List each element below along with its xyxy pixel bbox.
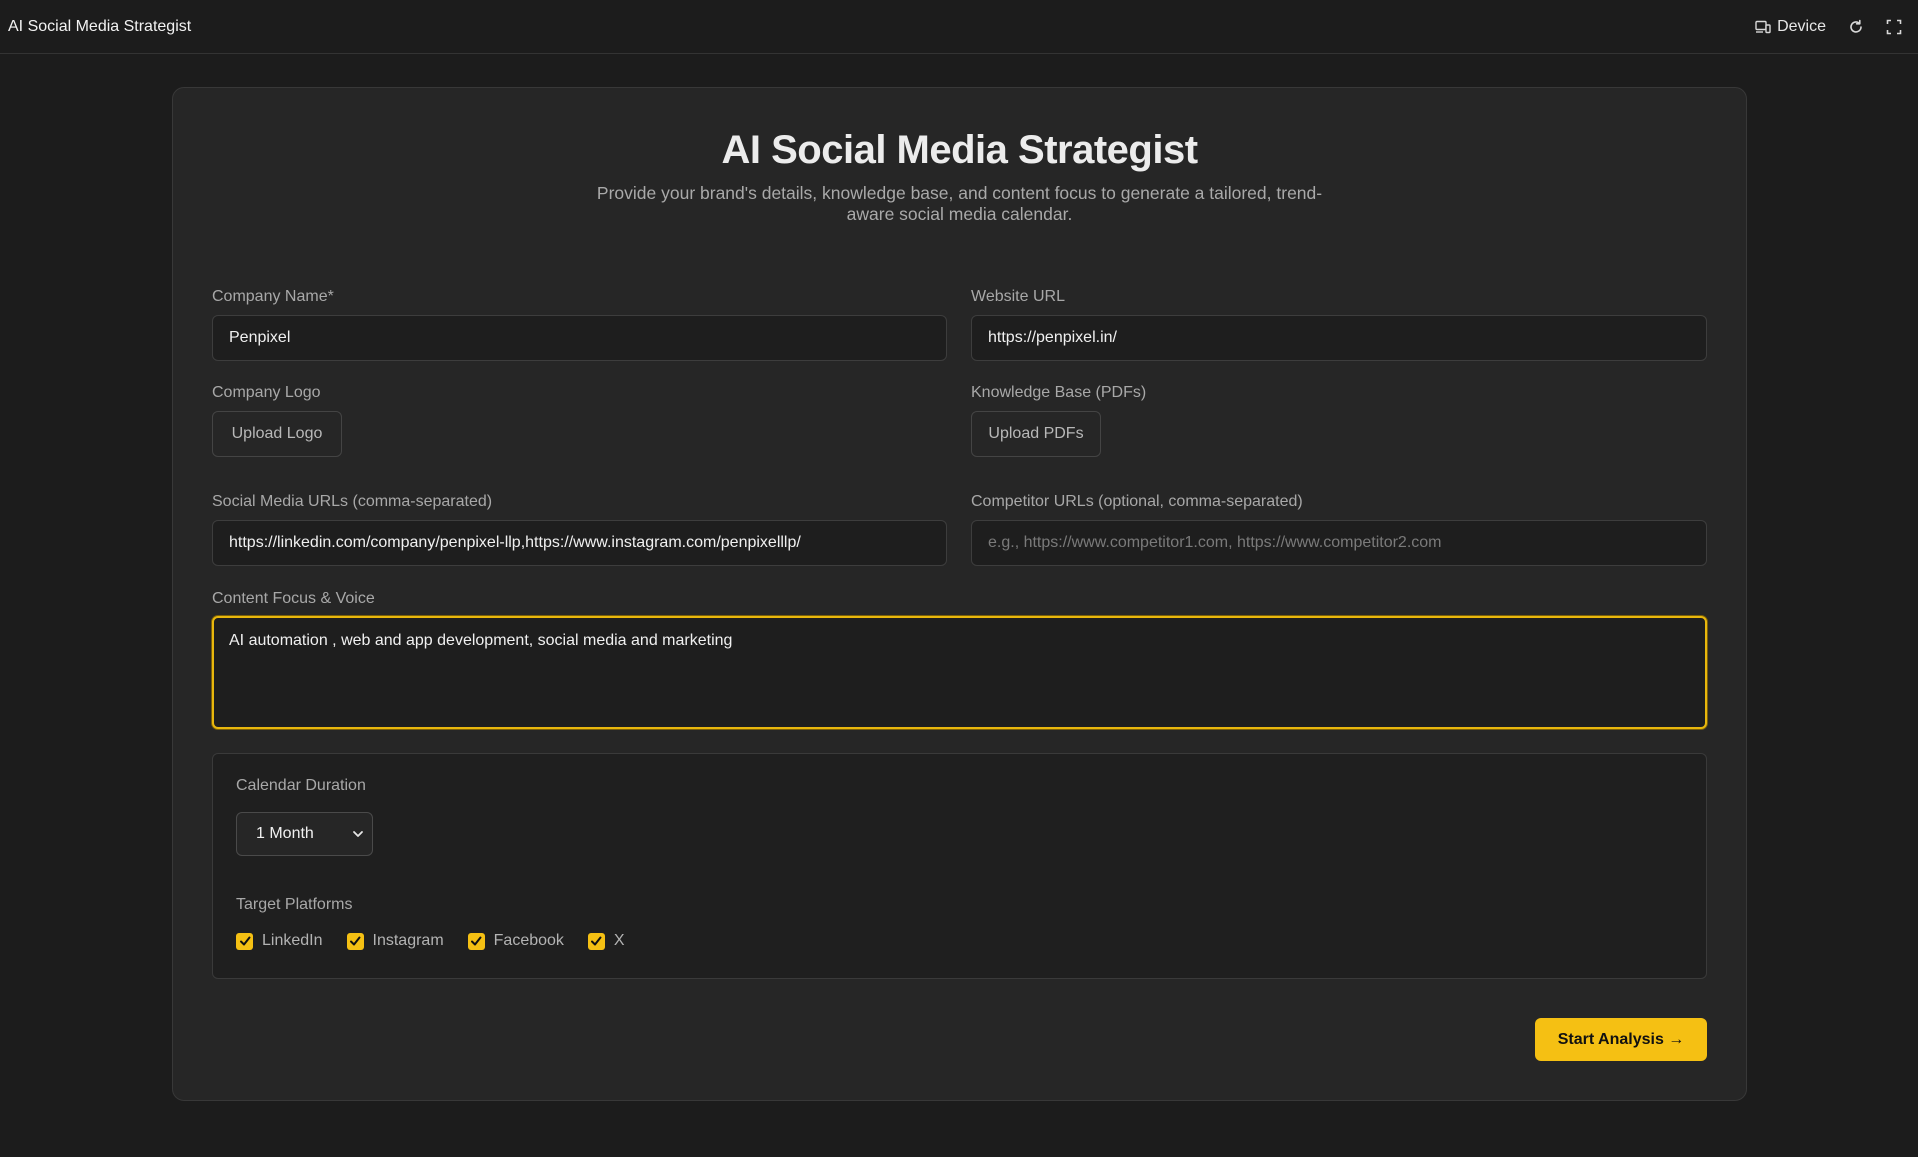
upload-pdfs-button[interactable]: Upload PDFs xyxy=(971,411,1101,457)
app-title: AI Social Media Strategist xyxy=(8,17,192,35)
start-analysis-button[interactable]: Start Analysis → xyxy=(1535,1018,1707,1061)
fullscreen-button[interactable] xyxy=(1886,19,1902,35)
page-title: AI Social Media Strategist xyxy=(721,128,1198,172)
device-button[interactable]: Device xyxy=(1755,18,1826,36)
company-logo-label: Company Logo xyxy=(212,384,321,401)
platform-checkboxes: LinkedIn Instagram Facebook X xyxy=(236,932,649,950)
top-actions: Device xyxy=(1755,18,1910,36)
instagram-checkbox[interactable] xyxy=(346,932,364,950)
device-label: Device xyxy=(1777,17,1826,35)
x-label: X xyxy=(613,932,625,949)
check-icon xyxy=(350,936,361,946)
competitor-urls-label: Competitor URLs (optional, comma-separat… xyxy=(971,493,1303,510)
competitor-urls-input[interactable] xyxy=(971,520,1707,566)
check-icon xyxy=(471,936,482,946)
content-focus-label: Content Focus & Voice xyxy=(212,590,375,607)
instagram-label: Instagram xyxy=(372,932,444,949)
social-urls-input[interactable] xyxy=(212,520,947,566)
chevron-down-icon xyxy=(353,831,363,837)
content-focus-textarea[interactable]: AI automation , web and app development,… xyxy=(212,616,1707,729)
platform-instagram[interactable]: Instagram xyxy=(346,932,444,950)
x-checkbox[interactable] xyxy=(587,932,605,950)
calendar-duration-value: 1 Month xyxy=(256,825,314,842)
fullscreen-icon xyxy=(1886,19,1902,34)
facebook-label: Facebook xyxy=(493,932,564,949)
website-url-label: Website URL xyxy=(971,288,1065,305)
refresh-button[interactable] xyxy=(1848,19,1864,35)
company-name-input[interactable] xyxy=(212,315,947,361)
check-icon xyxy=(591,936,602,946)
company-name-label: Company Name* xyxy=(212,288,334,305)
form-card: AI Social Media Strategist Provide your … xyxy=(172,87,1747,1101)
knowledge-base-label: Knowledge Base (PDFs) xyxy=(971,384,1147,401)
options-panel: Calendar Duration 1 Month Target Platfor… xyxy=(212,753,1707,979)
check-icon xyxy=(239,936,250,946)
refresh-icon xyxy=(1850,19,1862,33)
platform-facebook[interactable]: Facebook xyxy=(467,932,564,950)
website-url-input[interactable] xyxy=(971,315,1707,361)
platform-x[interactable]: X xyxy=(587,932,625,950)
top-bar: AI Social Media Strategist Device xyxy=(0,0,1918,54)
device-icon xyxy=(1755,20,1771,33)
page-subtitle: Provide your brand's details, knowledge … xyxy=(596,183,1323,224)
social-urls-label: Social Media URLs (comma-separated) xyxy=(212,493,493,510)
target-platforms-label: Target Platforms xyxy=(236,896,353,913)
facebook-checkbox[interactable] xyxy=(467,932,485,950)
calendar-duration-label: Calendar Duration xyxy=(236,777,366,794)
calendar-duration-select[interactable]: 1 Month xyxy=(236,812,373,856)
upload-logo-button[interactable]: Upload Logo xyxy=(212,411,342,457)
platform-linkedin[interactable]: LinkedIn xyxy=(236,932,323,950)
linkedin-label: LinkedIn xyxy=(262,932,323,949)
linkedin-checkbox[interactable] xyxy=(236,932,253,950)
